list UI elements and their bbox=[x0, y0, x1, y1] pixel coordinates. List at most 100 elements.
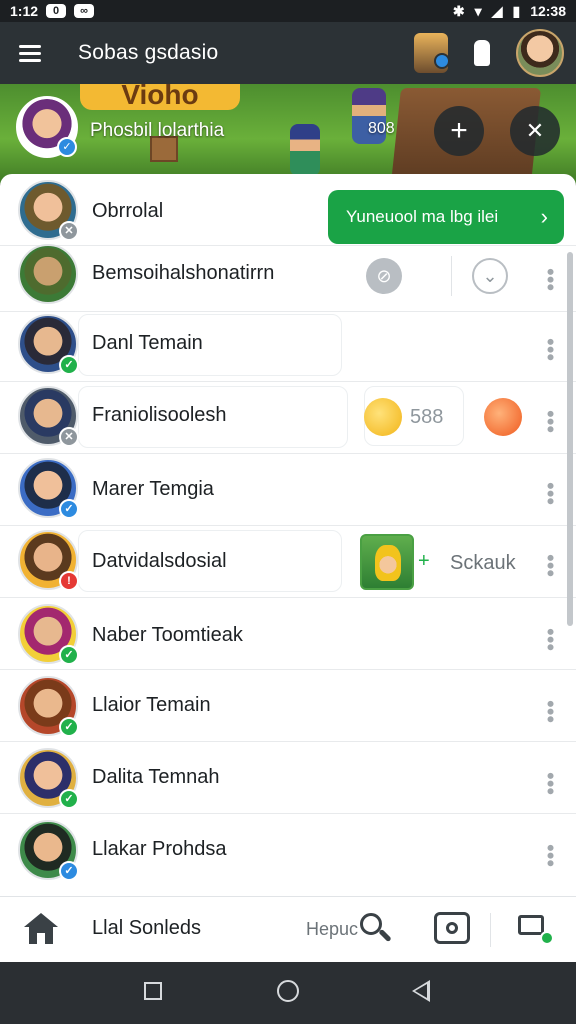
cta-button[interactable]: Yuneuool ma lbg ilei › bbox=[328, 190, 564, 244]
contact-avatar: ✓ bbox=[18, 458, 79, 519]
contact-name: Datvidalsdosial bbox=[92, 550, 227, 572]
contact-avatar: ✓ bbox=[18, 748, 79, 809]
online-badge: ✓ bbox=[59, 645, 79, 665]
banner-count: 808 bbox=[368, 120, 395, 137]
plus-icon: + bbox=[450, 114, 468, 147]
status-bar: 1:12 0 ∞ ✱ ▾ ◢ ▮ 12:38 bbox=[0, 0, 576, 22]
more-options-icon[interactable]: ••• bbox=[538, 410, 563, 433]
banner-avatar[interactable]: ✓ bbox=[16, 96, 78, 158]
contact-name: Obrrolal bbox=[92, 200, 164, 222]
bottom-nav: Llal Sonleds Hepuc bbox=[0, 896, 576, 962]
more-options-icon[interactable]: ••• bbox=[538, 554, 563, 577]
list-item[interactable]: ! Datvidalsdosial + Sckauk ••• bbox=[0, 526, 576, 598]
contact-name: Danl Temain bbox=[92, 332, 203, 354]
home-button[interactable] bbox=[277, 980, 299, 1002]
game-thumbnail[interactable] bbox=[360, 534, 414, 590]
more-options-icon[interactable]: ••• bbox=[538, 628, 563, 651]
cart-icon[interactable] bbox=[516, 911, 554, 947]
banner-name: Phosbil lolarthia bbox=[90, 120, 225, 141]
contact-avatar: ✓ bbox=[18, 314, 79, 375]
contact-avatar: ✕ bbox=[18, 180, 79, 241]
profile-avatar[interactable] bbox=[516, 29, 564, 77]
status-badge: ✕ bbox=[59, 427, 79, 447]
banner-title-art: Vioho bbox=[80, 84, 240, 110]
app-bar: Sobas gsdasio bbox=[0, 22, 576, 84]
contact-name: Bemsoihalshonatirrn bbox=[92, 262, 275, 284]
alert-badge: ! bbox=[59, 571, 79, 591]
more-options-icon[interactable]: ••• bbox=[538, 482, 563, 505]
system-nav-bar bbox=[0, 962, 576, 1024]
cta-label: Yuneuool ma lbg ilei bbox=[346, 207, 499, 226]
chevron-down-icon: ⌄ bbox=[482, 265, 498, 286]
contact-name: Dalita Temnah bbox=[92, 766, 220, 788]
wifi-icon: ▾ bbox=[474, 2, 482, 19]
list-item[interactable]: ✓ Naber Toomtieak ••• bbox=[0, 598, 576, 670]
online-badge: ✓ bbox=[59, 789, 79, 809]
more-options-icon[interactable]: ••• bbox=[538, 268, 563, 291]
contact-name: Franiolisoolesh bbox=[92, 404, 227, 426]
status-time-right: 12:38 bbox=[530, 3, 566, 19]
chevron-right-icon: › bbox=[540, 204, 548, 229]
search-icon[interactable] bbox=[358, 911, 394, 947]
verified-badge: ✓ bbox=[59, 499, 79, 519]
help-label[interactable]: Hepuc bbox=[306, 919, 358, 940]
tools-button[interactable]: ✕ bbox=[510, 106, 560, 156]
plus-icon: + bbox=[418, 550, 430, 572]
contact-avatar: ✕ bbox=[18, 386, 79, 447]
happy-emoji-icon[interactable] bbox=[364, 398, 402, 436]
list-item[interactable]: Bemsoihalshonatirrn ⊘ ⌄ ••• bbox=[0, 240, 576, 312]
menu-icon[interactable] bbox=[0, 22, 60, 84]
add-button[interactable]: + bbox=[434, 106, 484, 156]
app-title: Sobas gsdasio bbox=[78, 41, 219, 64]
tools-icon: ✕ bbox=[525, 118, 545, 143]
character-icon[interactable] bbox=[414, 33, 450, 73]
contact-name: Llakar Prohdsa bbox=[92, 838, 227, 860]
list-item[interactable]: ✓ Llakar Prohdsa ••• bbox=[0, 814, 576, 886]
camera-icon[interactable] bbox=[434, 912, 470, 944]
side-label: Sckauk bbox=[450, 552, 516, 574]
status-time-left: 1:12 bbox=[10, 3, 39, 19]
scrollbar[interactable] bbox=[567, 252, 573, 626]
verified-badge: ✓ bbox=[59, 861, 79, 881]
contact-name: Naber Toomtieak bbox=[92, 624, 243, 646]
divider bbox=[490, 913, 491, 947]
online-badge: ✓ bbox=[59, 717, 79, 737]
list-item[interactable]: ✓ Llaior Temain ••• bbox=[0, 670, 576, 742]
contact-name: Llaior Temain bbox=[92, 694, 211, 716]
notification-icon: 0 bbox=[46, 4, 67, 18]
bluetooth-icon: ✱ bbox=[452, 2, 465, 19]
list-item[interactable]: ✓ Dalita Temnah ••• bbox=[0, 742, 576, 814]
list-item[interactable]: ✓ Danl Temain ••• bbox=[0, 310, 576, 382]
nav-label[interactable]: Llal Sonleds bbox=[92, 917, 201, 940]
block-button[interactable]: ⊘ bbox=[366, 258, 402, 294]
more-options-icon[interactable]: ••• bbox=[538, 772, 563, 795]
recents-button[interactable] bbox=[144, 982, 162, 1000]
game-icon: ∞ bbox=[74, 4, 95, 18]
chat-bubble-icon[interactable] bbox=[474, 40, 490, 66]
contact-avatar: ✓ bbox=[18, 676, 79, 737]
more-options-icon[interactable]: ••• bbox=[538, 700, 563, 723]
signal-icon: ◢ bbox=[491, 2, 503, 19]
contact-avatar: ✓ bbox=[18, 820, 79, 881]
verified-icon: ✓ bbox=[57, 137, 77, 157]
online-badge: ✓ bbox=[59, 355, 79, 375]
score-value: 588 bbox=[410, 406, 444, 428]
battery-icon: ▮ bbox=[512, 2, 521, 19]
contact-avatar: ! bbox=[18, 530, 79, 591]
status-badge: ✕ bbox=[59, 221, 79, 241]
expand-button[interactable]: ⌄ bbox=[472, 258, 508, 294]
angry-emoji-icon[interactable] bbox=[484, 398, 522, 436]
list-item[interactable]: ✕ Franiolisoolesh 588 ••• bbox=[0, 382, 576, 454]
list-item[interactable]: ✓ Marer Temgia ••• bbox=[0, 454, 576, 526]
contact-name: Marer Temgia bbox=[92, 478, 214, 500]
more-options-icon[interactable]: ••• bbox=[538, 844, 563, 867]
contact-avatar: ✓ bbox=[18, 604, 79, 665]
contact-avatar bbox=[18, 244, 78, 304]
home-icon[interactable] bbox=[24, 913, 58, 945]
block-icon: ⊘ bbox=[376, 265, 392, 286]
game-banner: Vioho ✓ Phosbil lolarthia 808 bbox=[0, 84, 576, 184]
more-options-icon[interactable]: ••• bbox=[538, 338, 563, 361]
contact-list: ✕ Obrrolal Bemsoihalshonatirrn ⊘ ⌄ ••• ✓… bbox=[0, 174, 576, 896]
back-button[interactable] bbox=[412, 980, 430, 1002]
worker-illustration bbox=[290, 124, 320, 176]
